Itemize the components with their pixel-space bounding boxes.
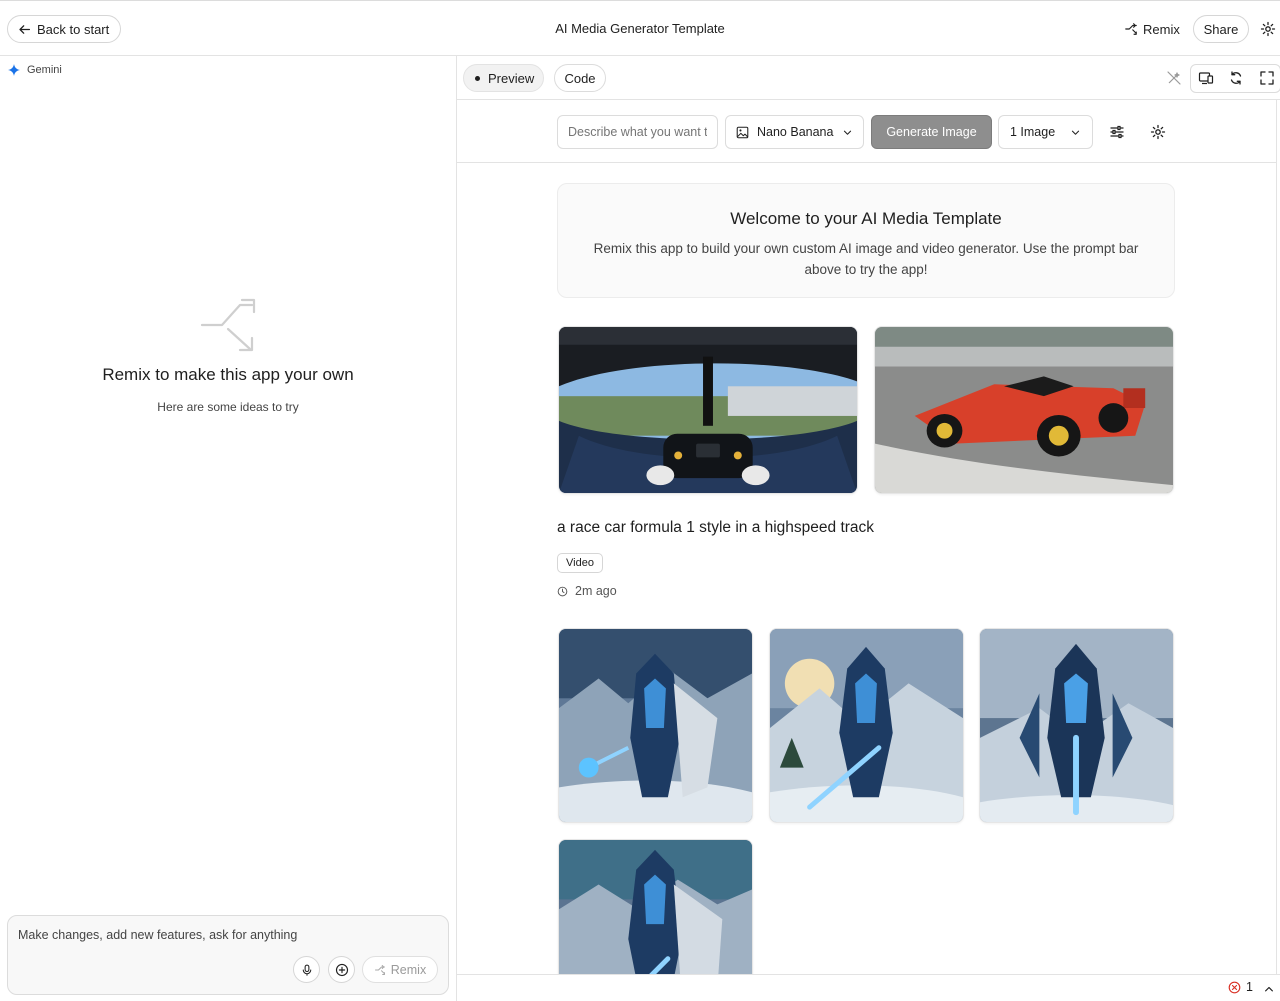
settings-gear-icon[interactable] (1260, 21, 1276, 37)
gemini-sparkle-icon (8, 64, 20, 76)
generated-image-knight[interactable] (979, 628, 1174, 823)
generation-time: 2m ago (557, 584, 617, 598)
remix-icon (1125, 23, 1137, 35)
add-attachment-button[interactable] (328, 956, 355, 983)
app-title: AI Media Generator Template (555, 21, 725, 36)
active-dot (475, 75, 480, 81)
remix-label: Remix (1143, 21, 1180, 37)
welcome-body: Remix this app to build your own custom … (593, 241, 1139, 277)
generated-video-red-car[interactable] (874, 326, 1174, 494)
remix-icon (374, 964, 385, 975)
welcome-title: Welcome to your AI Media Template (730, 209, 1002, 228)
generated-image-knight[interactable] (558, 839, 753, 974)
microphone-icon (302, 964, 311, 976)
plus-circle-icon (335, 963, 348, 976)
remix-illustration-icon (200, 298, 256, 352)
refresh-icon[interactable] (1228, 70, 1244, 86)
tab-preview-label: Preview (488, 70, 535, 86)
chat-input-box[interactable]: Make changes, add new features, ask for … (7, 915, 449, 995)
remix-send-label: Remix (390, 962, 427, 977)
sliders-icon[interactable] (1109, 124, 1125, 140)
status-bar: 1 (457, 974, 1280, 1001)
clock-icon (557, 586, 568, 596)
chevron-down-icon (1071, 130, 1080, 135)
image-count-value: 1 Image (1010, 125, 1056, 139)
tab-code[interactable]: Code (554, 64, 606, 92)
device-icon[interactable] (1198, 70, 1214, 86)
generated-image-knight[interactable] (558, 628, 753, 823)
microphone-button[interactable] (293, 956, 320, 983)
generation-prompt: a race car formula 1 style in a highspee… (557, 519, 875, 536)
error-circle-icon (1228, 981, 1241, 993)
model-select-value: Nano Banana (757, 125, 834, 139)
error-count: 1 (1246, 980, 1253, 994)
chat-panel: Gemini Remix to make this app your own H… (0, 56, 457, 1001)
model-name: Gemini (27, 64, 62, 76)
magic-wand-off-icon[interactable] (1166, 70, 1182, 86)
preview-toolbar: Preview Code (457, 56, 1280, 100)
generated-image-knight[interactable] (769, 628, 964, 823)
app-preview: Nano Banana Generate Image 1 Image Welco… (457, 100, 1277, 974)
generation-time-label: 2m ago (575, 584, 617, 598)
chat-input[interactable]: Make changes, add new features, ask for … (18, 928, 297, 942)
prompt-input[interactable] (557, 115, 718, 149)
empty-state-subtitle: Here are some ideas to try (157, 400, 299, 414)
fullscreen-icon[interactable] (1259, 70, 1275, 86)
prompt-bar: Nano Banana Generate Image 1 Image (457, 100, 1276, 163)
image-count-select[interactable]: 1 Image (998, 115, 1093, 149)
top-bar: Back to start AI Media Generator Templat… (0, 0, 1280, 56)
empty-state-title: Remix to make this app your own (102, 365, 354, 384)
model-indicator: Gemini (8, 64, 62, 76)
remix-button[interactable]: Remix (1124, 15, 1180, 43)
model-select[interactable]: Nano Banana (725, 115, 864, 149)
share-button[interactable]: Share (1193, 15, 1249, 43)
generate-image-button[interactable]: Generate Image (871, 115, 992, 149)
image-icon (736, 126, 749, 138)
error-indicator[interactable]: 1 (1228, 980, 1253, 994)
generated-video-cockpit[interactable] (558, 326, 858, 494)
chevron-up-icon[interactable] (1263, 983, 1275, 995)
tab-preview[interactable]: Preview (463, 64, 544, 92)
settings-gear-icon[interactable] (1150, 124, 1166, 140)
chevron-down-icon (843, 130, 852, 135)
welcome-card: Welcome to your AI Media Template Remix … (557, 183, 1175, 298)
remix-send-button[interactable]: Remix (362, 956, 438, 983)
preview-panel: Preview Code Nano Banana Generate Image … (457, 56, 1280, 1001)
media-type-badge: Video (557, 553, 603, 573)
